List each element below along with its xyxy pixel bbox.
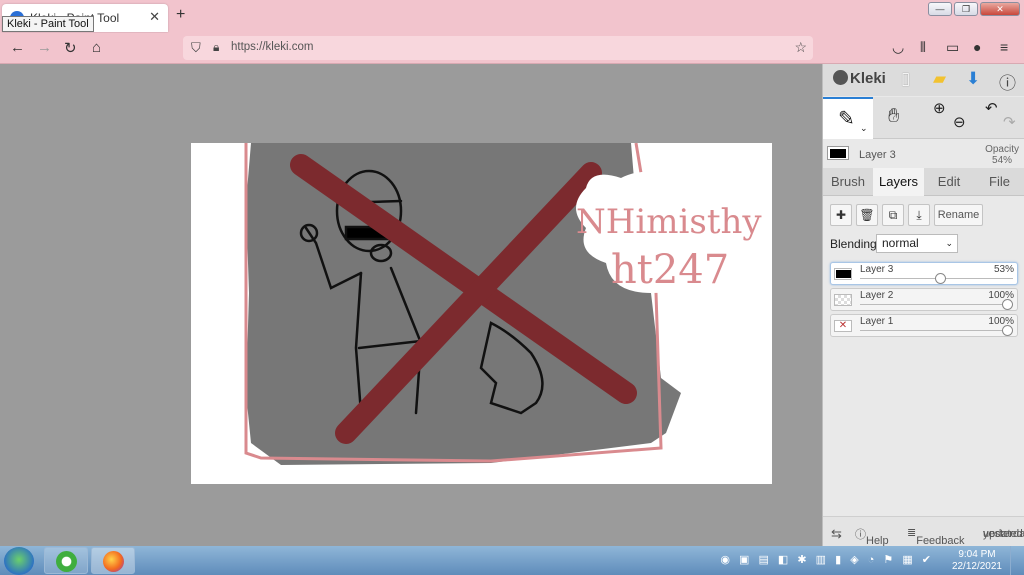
start-button[interactable] [4,547,34,575]
help-circle-icon[interactable]: ⓘ [999,69,1016,94]
duplicate-layer-button[interactable]: ⧉ [882,204,904,226]
opacity-slider-track[interactable] [860,304,1013,305]
history-tools: ↶ ↷ [977,97,1024,139]
chevron-down-icon[interactable]: ⌄ [860,123,868,134]
undo-icon[interactable]: ↶ [985,99,998,117]
tool-bar: ✎ ⌄ ✋︎ ⊕ ⊖ ↶ ↷ [823,97,1024,139]
address-bar[interactable]: ⛉ 🔒︎ https://kleki.com ☆ [183,36,813,60]
browser-tab-bar: Kleki - Paint Tool ✕ Kleki - Paint Tool … [0,0,1024,33]
pocket-icon[interactable]: ◡ [892,39,904,56]
canvas-workspace[interactable]: NHimisthy ht247 [0,64,822,546]
sidebar-icon[interactable]: ▭ [946,39,959,56]
url-text: https://kleki.com [231,41,314,53]
signature-line2: ht247 [611,247,729,293]
download-icon[interactable]: ⬇ [966,69,980,89]
opacity-slider-track[interactable] [860,330,1013,331]
signature-line1: NHimisthy [576,202,762,242]
menu-icon[interactable]: ≡ [1000,39,1008,55]
tab-layers[interactable]: Layers [873,168,924,196]
blending-row: Blending normal ⌄ [830,234,1020,254]
minimize-button[interactable]: — [928,2,952,16]
panel-header: Kleki ▯ ▰ ⬇ ⓘ [823,64,1024,96]
close-tab-icon[interactable]: ✕ [149,9,160,25]
chevron-down-icon: ⌄ [945,238,953,248]
layer-thumbnail [834,294,852,306]
layer-item[interactable]: ✕ Layer 1 100% [830,314,1018,337]
opacity-slider-handle[interactable] [1002,325,1013,336]
close-window-button[interactable]: ✕ [980,2,1020,16]
opacity-slider-handle[interactable] [1002,299,1013,310]
current-layer-header: Layer 3 Opacity 54% [823,140,1024,168]
hand-icon: ✋︎ [888,105,900,127]
tab-brush[interactable]: Brush [823,168,873,196]
screen: Kleki - Paint Tool ✕ Kleki - Paint Tool … [0,0,1024,575]
zoom-tools: ⊕ ⊖ [927,97,975,139]
layer-thumbnail [834,268,852,280]
delete-layer-button[interactable]: 🗑︎ [856,204,878,226]
current-layer-opacity: Opacity 54% [985,144,1019,166]
layer-opacity: 53% [993,264,1014,275]
tab-tooltip: Kleki - Paint Tool [2,16,94,32]
blending-label: Blending [830,237,877,251]
add-layer-button[interactable]: ✚ [830,204,852,226]
layer-name: Layer 3 [860,264,894,275]
brush-icon: ✎ [838,108,855,130]
rename-layer-button[interactable]: Rename [934,204,983,226]
layer-name: Layer 1 [860,316,894,327]
zoom-out-icon[interactable]: ⊖ [953,113,966,131]
layer-thumbnail: ✕ [834,320,852,332]
panel-footer: ⇆ ⓘ Help ≣ Feedback updated yesterday [823,516,1024,547]
browser-nav-bar: ← → ↻ ⌂ ⛉ 🔒︎ https://kleki.com ☆ ◡ ⫴ ▭ ●… [0,33,1024,64]
zoom-in-icon[interactable]: ⊕ [933,99,946,117]
swap-icon[interactable]: ⇆ [831,526,842,542]
tracking-shield-icon[interactable]: ⛉ [191,40,201,56]
opacity-slider-handle[interactable] [935,273,947,284]
taskbar-app-green[interactable] [44,547,88,574]
app-icon [56,551,77,572]
bookmark-star-icon[interactable]: ☆ [794,39,807,56]
save-icon[interactable]: ▰ [933,69,946,89]
hand-tool[interactable]: ✋︎ [875,97,923,139]
forward-icon[interactable]: → [37,39,52,56]
layer-name: Layer 2 [860,290,894,301]
new-image-icon[interactable]: ▯ [901,69,910,89]
layer-item[interactable]: Layer 3 53% [830,262,1018,285]
back-icon[interactable]: ← [10,39,25,56]
taskbar: ◉ ▣ ▤ ◧ ✱ ▥ ▮ ◈ ◔ ⚑ ▦ ✔ 9:04 PM 22/12/20… [0,546,1024,575]
current-layer-name: Layer 3 [859,149,896,161]
taskbar-app-firefox[interactable] [91,547,135,574]
lock-icon[interactable]: 🔒︎ [213,40,219,55]
layer-item[interactable]: Layer 2 100% [830,288,1018,311]
kleki-logo: Kleki [833,70,886,87]
system-tray-icons[interactable]: ◉ ▣ ▤ ◧ ✱ ▥ ▮ ◈ ◔ ⚑ ▦ ✔ [720,553,934,566]
blending-select[interactable]: normal ⌄ [876,234,958,253]
current-layer-thumbnail [827,146,849,160]
show-desktop-button[interactable] [1010,546,1024,575]
brush-tool[interactable]: ✎ ⌄ [823,97,873,139]
merge-layer-button[interactable]: ⤓ [908,204,930,226]
artwork: NHimisthy ht247 [244,143,771,465]
reload-icon[interactable]: ↻ [64,39,77,57]
help-link[interactable]: ⓘ Help [855,526,889,547]
window-controls: — ❐ ✕ [928,2,1020,16]
tab-edit[interactable]: Edit [924,168,974,196]
maximize-button[interactable]: ❐ [954,2,978,16]
drawing-canvas[interactable]: NHimisthy ht247 [191,143,772,484]
library-icon[interactable]: ⫴ [920,39,926,56]
clock[interactable]: 9:04 PM 22/12/2021 [952,549,1002,573]
feedback-link[interactable]: ≣ Feedback [907,526,965,547]
tab-file[interactable]: File [974,168,1024,196]
new-tab-button[interactable]: + [176,6,185,24]
account-icon[interactable]: ● [973,39,981,55]
firefox-icon [103,551,124,572]
home-icon[interactable]: ⌂ [92,39,101,56]
panel-tabs: Brush Layers Edit File [823,168,1024,196]
kleki-side-panel: Kleki ▯ ▰ ⬇ ⓘ ✎ ⌄ ✋︎ ⊕ ⊖ ↶ ↷ Layer 3 Opa… [822,64,1024,547]
redo-icon[interactable]: ↷ [1003,113,1016,131]
